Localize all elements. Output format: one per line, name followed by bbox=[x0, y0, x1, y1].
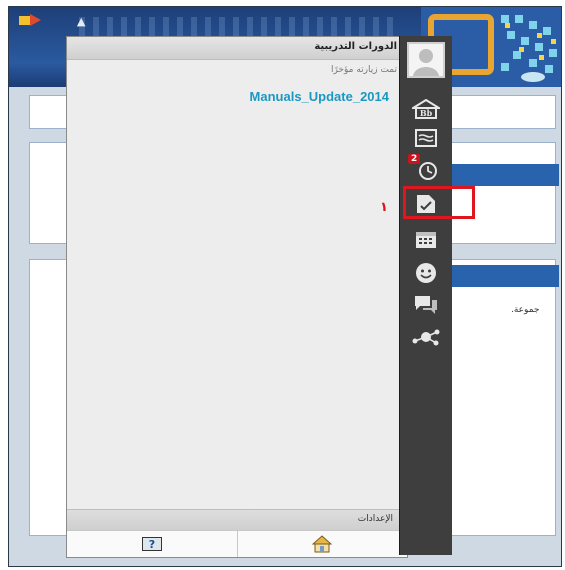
svg-text:?: ? bbox=[149, 538, 155, 551]
svg-text:Bb: Bb bbox=[420, 108, 433, 118]
calendar-icon bbox=[416, 232, 436, 248]
browser-frame: ▲ جموعة. الدورات التدريبية تمت زيارته مؤ… bbox=[8, 6, 562, 567]
panel-header: الدورات التدريبية bbox=[67, 37, 407, 60]
sidebar-item-messages[interactable] bbox=[410, 292, 442, 318]
sidebar-item-network[interactable] bbox=[410, 324, 442, 350]
sidebar-item-people[interactable] bbox=[410, 260, 442, 286]
institution-logo-icon bbox=[19, 14, 41, 26]
panel-footer: ? bbox=[67, 530, 407, 557]
smiley-icon bbox=[416, 263, 436, 283]
highlight-box bbox=[403, 186, 475, 219]
sidebar-item-home[interactable]: Bb bbox=[410, 96, 442, 122]
messages-icon bbox=[415, 296, 437, 314]
settings-bar[interactable]: الإعدادات bbox=[67, 509, 407, 530]
sidebar-item-calendar[interactable] bbox=[410, 226, 442, 252]
help-button[interactable]: ? bbox=[67, 531, 238, 557]
home-icon bbox=[312, 535, 332, 553]
network-icon bbox=[412, 329, 440, 346]
home-button[interactable] bbox=[237, 531, 407, 557]
panel-title: الدورات التدريبية bbox=[314, 41, 397, 52]
settings-label: الإعدادات bbox=[357, 514, 393, 524]
blackboard-home-icon: Bb bbox=[412, 99, 440, 119]
blackboard-sidebar: Bb 2 bbox=[399, 36, 475, 555]
background-partial-text: جموعة. bbox=[511, 305, 540, 315]
module-header-bar bbox=[439, 164, 559, 186]
annotation-number: ١ bbox=[380, 200, 388, 215]
recently-visited-label: تمت زيارته مؤخرًا bbox=[330, 65, 397, 75]
help-icon: ? bbox=[142, 537, 162, 551]
sidebar-item-stream[interactable] bbox=[410, 125, 442, 151]
course-link[interactable]: Manuals_Update_2014 bbox=[250, 89, 389, 104]
stream-icon bbox=[415, 129, 437, 147]
user-silhouette-icon bbox=[413, 49, 439, 76]
notification-badge: 2 bbox=[408, 154, 421, 164]
courses-panel: الدورات التدريبية تمت زيارته مؤخرًا Manu… bbox=[66, 36, 408, 558]
avatar[interactable] bbox=[407, 42, 445, 78]
sidebar-item-due-dates[interactable]: 2 bbox=[408, 154, 442, 182]
module-header-bar-2 bbox=[439, 265, 559, 287]
